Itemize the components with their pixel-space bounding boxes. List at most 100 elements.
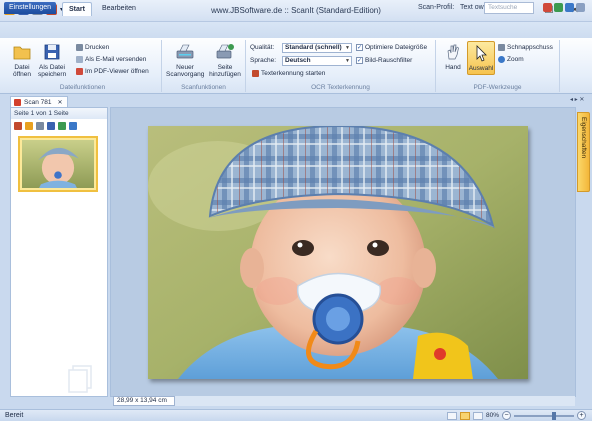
- print-button[interactable]: Drucken: [76, 44, 109, 51]
- hand-tool-button[interactable]: Hand: [440, 42, 466, 71]
- language-select[interactable]: Deutsch ▼: [282, 56, 352, 66]
- optimize-size-checkbox[interactable]: ✓ Optimiere Dateigröße: [356, 44, 427, 51]
- zoom-in-button[interactable]: +: [577, 411, 586, 420]
- document-tab[interactable]: Scan 781 ✕: [10, 96, 68, 107]
- page-size-readout: 28,99 x 13,94 cm: [113, 396, 175, 406]
- ribbon-collapse-icon[interactable]: [576, 3, 585, 12]
- add-page-icon: [216, 44, 234, 59]
- ribbon-tab-row: [0, 22, 592, 38]
- printer-icon: [76, 44, 83, 51]
- print-label: Drucken: [85, 44, 110, 51]
- select-tool-label: Auswahl: [468, 65, 494, 72]
- page-count-header: Seite 1 von 1 Seite: [11, 108, 107, 119]
- select-tool-button[interactable]: Auswahl: [467, 41, 495, 75]
- page-thumbnail[interactable]: [18, 136, 98, 192]
- add-page-button[interactable]: Seite hinzufügen: [206, 42, 244, 78]
- group-label-ocr: OCR Texterkennung: [311, 84, 370, 91]
- status-bar: Bereit 80% − +: [0, 409, 592, 421]
- scan-profile-value[interactable]: Text ow: [460, 4, 484, 11]
- properties-side-tab-label: Eigenschaften: [580, 117, 587, 159]
- email-label: Als E-Mail versenden: [85, 56, 147, 63]
- language-value: Deutsch: [285, 57, 311, 64]
- save-page-icon[interactable]: [47, 122, 55, 130]
- save-as-file-label: Als Datei speichern: [38, 64, 67, 78]
- quality-select[interactable]: Standard (schnell) ▼: [282, 43, 352, 53]
- help-icon[interactable]: [565, 3, 574, 12]
- zoom-level: 80%: [485, 412, 499, 419]
- translate-icon[interactable]: [543, 3, 552, 12]
- optimize-size-label: Optimiere Dateigröße: [365, 44, 428, 51]
- checkbox-checked-icon: ✓: [356, 44, 363, 51]
- group-label-dateifunktionen: Dateifunktionen: [59, 84, 106, 91]
- zoom-slider[interactable]: [514, 411, 574, 420]
- thumbnail-toolbar: [14, 122, 77, 130]
- floppy-icon: [44, 44, 60, 60]
- add-page-label: Seite hinzufügen: [209, 64, 241, 78]
- refresh-icon[interactable]: [554, 3, 563, 12]
- cursor-icon: [476, 45, 487, 62]
- horizontal-scrollbar[interactable]: [175, 396, 575, 406]
- properties-side-tab[interactable]: Eigenschaften: [577, 112, 590, 192]
- zoom-button[interactable]: Zoom: [498, 56, 524, 63]
- single-page-view-button[interactable]: [446, 411, 457, 420]
- status-text: Bereit: [5, 412, 24, 419]
- zoom-out-button[interactable]: −: [502, 411, 511, 420]
- document-icon: [14, 98, 21, 106]
- hand-icon: [447, 44, 459, 60]
- start-ocr-label: Texterkennung starten: [261, 70, 326, 77]
- snapshot-button[interactable]: Schnappschuss: [498, 44, 553, 51]
- application-menu-button[interactable]: Einstellungen: [4, 2, 57, 14]
- folder-icon: [13, 46, 31, 60]
- scan-profile-label: Scan-Profil:: [418, 4, 455, 11]
- scanner-icon: [176, 44, 194, 59]
- chevron-down-icon: ▼: [345, 58, 350, 64]
- language-label: Sprache:: [250, 57, 277, 64]
- zoom-label: Zoom: [507, 56, 524, 63]
- save-as-file-button[interactable]: Als Datei speichern: [38, 42, 66, 78]
- document-tab-strip: [0, 94, 592, 107]
- page-thumbnails-pane: Seite 1 von 1 Seite: [10, 107, 108, 397]
- quality-label: Qualität:: [250, 44, 275, 51]
- delete-page-icon[interactable]: [69, 122, 77, 130]
- email-button[interactable]: Als E-Mail versenden: [76, 56, 146, 63]
- noise-filter-checkbox[interactable]: ✓ Bild-Rauschfilter: [356, 57, 412, 64]
- tab-bearbeiten[interactable]: Bearbeiten: [96, 2, 142, 16]
- tab-scroll-arrows[interactable]: ◂ ▸ ✕: [570, 96, 584, 103]
- document-tab-close-button[interactable]: ✕: [57, 99, 62, 106]
- rotate-right-icon[interactable]: [25, 122, 33, 130]
- mail-icon: [76, 56, 83, 63]
- ocr-document-icon: [252, 70, 259, 77]
- tab-start[interactable]: Start: [62, 2, 92, 16]
- group-pdf-tools: Hand Auswahl Schnappschuss Zoom PDF-Werk…: [436, 40, 560, 92]
- open-file-label: Datei öffnen: [13, 64, 31, 78]
- noise-filter-label: Bild-Rauschfilter: [365, 57, 413, 64]
- start-ocr-button[interactable]: Texterkennung starten: [252, 70, 325, 77]
- pdf-icon: [76, 68, 83, 75]
- pages-watermark-icon: [68, 365, 92, 393]
- fit-width-view-button[interactable]: [459, 411, 470, 420]
- two-page-view-button[interactable]: [472, 411, 483, 420]
- checkbox-checked-icon: ✓: [356, 57, 363, 64]
- pdf-viewer-label: Im PDF-Viewer öffnen: [85, 68, 149, 75]
- scanned-baby-photo: [148, 126, 528, 379]
- group-label-scanfunktionen: Scanfunktionen: [181, 84, 226, 91]
- new-scan-button[interactable]: Neuer Scanvorgang: [166, 42, 204, 78]
- hand-tool-label: Hand: [445, 64, 461, 71]
- pdf-viewer-button[interactable]: Im PDF-Viewer öffnen: [76, 68, 149, 75]
- group-dateifunktionen: Datei öffnen Als Datei speichern Drucken…: [4, 40, 162, 92]
- copy-page-icon[interactable]: [36, 122, 44, 130]
- select-all-icon[interactable]: [58, 122, 66, 130]
- zoom-slider-thumb[interactable]: [552, 411, 556, 420]
- zoom-controls: 80% − +: [446, 411, 586, 420]
- camera-icon: [498, 44, 505, 51]
- group-ocr: Qualität: Standard (schnell) ▼ Sprache: …: [246, 40, 436, 92]
- snapshot-label: Schnappschuss: [507, 44, 553, 51]
- baby-photo-thumbnail: [22, 140, 94, 188]
- rotate-left-icon[interactable]: [14, 122, 22, 130]
- group-label-pdf-tools: PDF-Werkzeuge: [473, 84, 522, 91]
- group-scanfunktionen: Neuer Scanvorgang Seite hinzufügen Scanf…: [162, 40, 246, 92]
- text-search-input[interactable]: Textsuche: [484, 2, 534, 14]
- help-toolbar: [543, 3, 585, 12]
- chevron-down-icon: ▼: [345, 45, 350, 51]
- open-file-button[interactable]: Datei öffnen: [8, 42, 36, 78]
